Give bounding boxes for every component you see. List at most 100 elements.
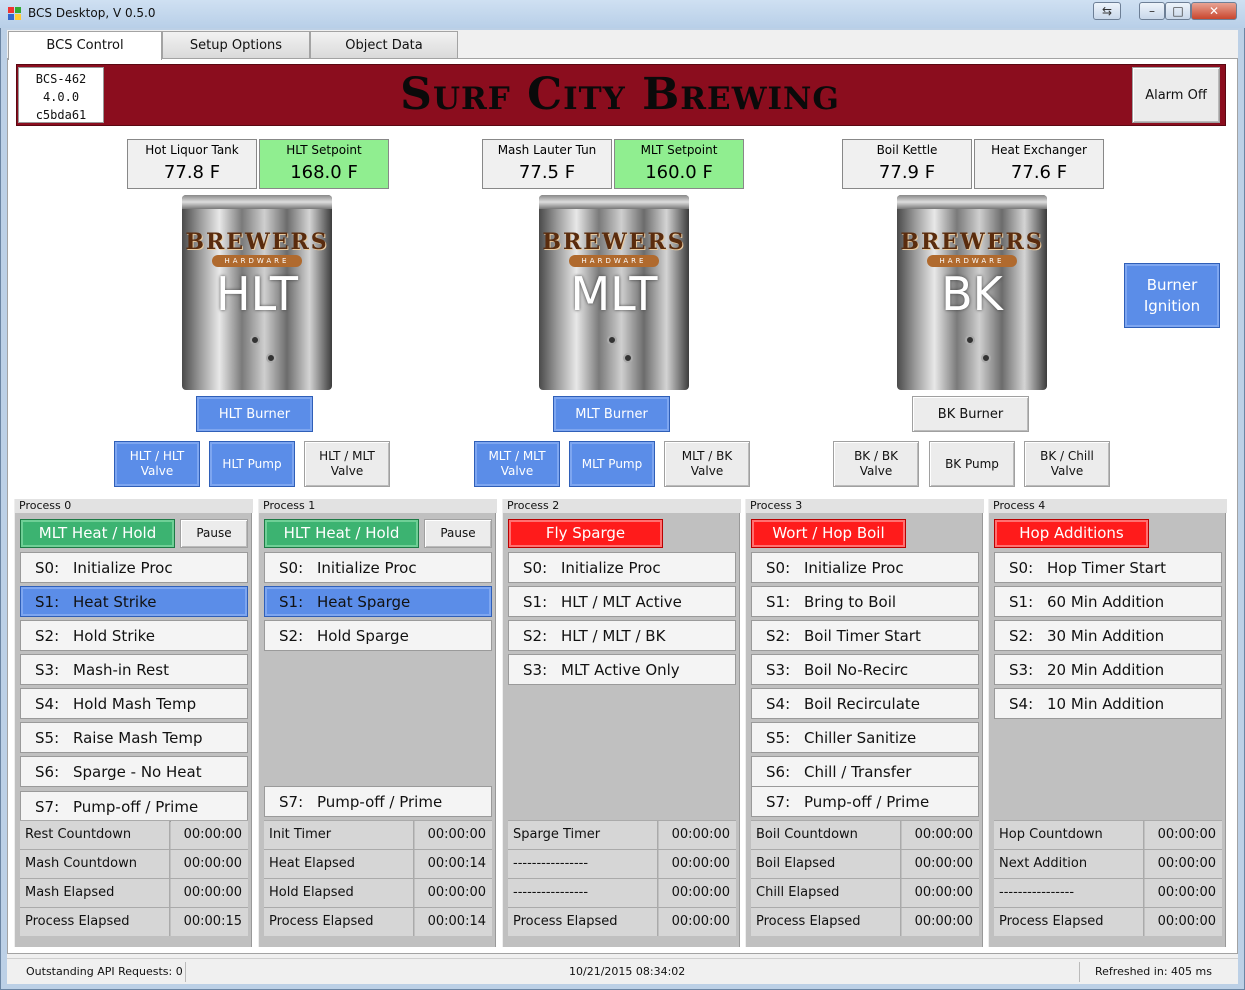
process-step-2[interactable]: S2: 30 Min Addition bbox=[994, 620, 1222, 651]
device-info: BCS-462 4.0.0 c5bda61 bbox=[18, 67, 104, 123]
process-step-0[interactable]: S0: Initialize Proc bbox=[751, 552, 979, 583]
timer-label: Process Elapsed bbox=[264, 908, 414, 936]
timer-value: 00:00:00 bbox=[659, 821, 736, 849]
step-name: Bring to Boil bbox=[804, 592, 897, 611]
hlt-temp-display: Hot Liquor Tank 77.8 F bbox=[127, 139, 257, 189]
timer-row: Heat Elapsed 00:00:14 bbox=[264, 849, 492, 878]
step-name: Hold Mash Temp bbox=[73, 694, 197, 713]
device-id: c5bda61 bbox=[35, 108, 87, 122]
process-step-2[interactable]: S2: Hold Strike bbox=[20, 620, 248, 651]
bk-output-button-2[interactable]: BK / Chill Valve bbox=[1024, 441, 1110, 487]
process-step-7[interactable]: S7: Pump-off / Prime bbox=[264, 786, 492, 817]
process-step-3[interactable]: S3: MLT Active Only bbox=[508, 654, 736, 685]
process-step-1[interactable]: S1: Heat Strike bbox=[20, 586, 248, 617]
step-number: S1: bbox=[523, 592, 548, 611]
mlt-output-button-2[interactable]: MLT / BK Valve bbox=[664, 441, 750, 487]
process-step-6[interactable]: S6: Chill / Transfer bbox=[751, 756, 979, 787]
process-step-5[interactable]: S5: Raise Mash Temp bbox=[20, 722, 248, 753]
burner-ignition-button[interactable]: Burner Ignition bbox=[1124, 263, 1220, 328]
process-step-0[interactable]: S0: Initialize Proc bbox=[264, 552, 492, 583]
hlt-burner-button[interactable]: HLT Burner bbox=[196, 396, 313, 432]
bk-output-button-1[interactable]: BK Pump bbox=[929, 441, 1015, 487]
step-name: Mash-in Rest bbox=[73, 660, 169, 679]
step-name: Pump-off / Prime bbox=[317, 792, 443, 811]
step-number: S5: bbox=[35, 728, 60, 747]
timer-row: Rest Countdown 00:00:00 bbox=[20, 820, 248, 849]
process-step-4[interactable]: S4: Boil Recirculate bbox=[751, 688, 979, 719]
process-panel-4: Process 4 Hop Additions S0: Hop Timer Sta… bbox=[988, 499, 1227, 947]
process-step-5[interactable]: S5: Chiller Sanitize bbox=[751, 722, 979, 753]
process-state-button[interactable]: Hop Additions bbox=[994, 519, 1149, 548]
hlt-temp-label: Hot Liquor Tank bbox=[145, 143, 239, 157]
close-icon[interactable]: ✕ bbox=[1191, 2, 1237, 20]
hlt-output-button-2[interactable]: HLT / MLT Valve bbox=[304, 441, 390, 487]
maximize-icon[interactable]: □ bbox=[1165, 2, 1191, 20]
alarm-off-button[interactable]: Alarm Off bbox=[1132, 67, 1220, 123]
process-state-button[interactable]: MLT Heat / Hold bbox=[20, 519, 175, 548]
process-step-4[interactable]: S4: Hold Mash Temp bbox=[20, 688, 248, 719]
step-number: S7: bbox=[766, 792, 791, 811]
bk-secondary-display: Heat Exchanger 77.6 F bbox=[974, 139, 1104, 189]
hlt-vessel-label: HLT bbox=[216, 267, 298, 321]
timer-row: Chill Elapsed 00:00:00 bbox=[751, 878, 979, 907]
timer-row: Process Elapsed 00:00:00 bbox=[751, 907, 979, 936]
tab-bcs-control[interactable]: BCS Control bbox=[8, 31, 162, 60]
process-step-6[interactable]: S6: Sparge - No Heat bbox=[20, 756, 248, 787]
process-step-1[interactable]: S1: Heat Sparge bbox=[264, 586, 492, 617]
hlt-output-button-0[interactable]: HLT / HLT Valve bbox=[114, 441, 200, 487]
process-step-2[interactable]: S2: Hold Sparge bbox=[264, 620, 492, 651]
process-step-7[interactable]: S7: Pump-off / Prime bbox=[20, 791, 248, 822]
process-panel-3: Process 3 Wort / Hop Boil S0: Initialize … bbox=[745, 499, 984, 947]
step-number: S1: bbox=[766, 592, 791, 611]
tab-object-data[interactable]: Object Data bbox=[310, 31, 458, 58]
process-step-2[interactable]: S2: HLT / MLT / BK bbox=[508, 620, 736, 651]
minimize-icon[interactable]: – bbox=[1139, 2, 1165, 20]
timer-value: 00:00:00 bbox=[902, 908, 979, 936]
process-step-1[interactable]: S1: HLT / MLT Active bbox=[508, 586, 736, 617]
process-step-2[interactable]: S2: Boil Timer Start bbox=[751, 620, 979, 651]
mlt-output-button-0[interactable]: MLT / MLT Valve bbox=[474, 441, 560, 487]
process-header: Process 4 bbox=[993, 499, 1046, 512]
timer-label: Hop Countdown bbox=[994, 821, 1144, 849]
process-state-button[interactable]: Fly Sparge bbox=[508, 519, 663, 548]
refresh-status: Refreshed in: 405 ms bbox=[1095, 965, 1212, 978]
process-state-button[interactable]: Wort / Hop Boil bbox=[751, 519, 906, 548]
process-state-button[interactable]: HLT Heat / Hold bbox=[264, 519, 419, 548]
timer-value: 00:00:15 bbox=[171, 908, 248, 936]
process-step-0[interactable]: S0: Initialize Proc bbox=[20, 552, 248, 583]
process-step-0[interactable]: S0: Initialize Proc bbox=[508, 552, 736, 583]
process-step-0[interactable]: S0: Hop Timer Start bbox=[994, 552, 1222, 583]
restore-window-icon[interactable]: ⇆ bbox=[1093, 2, 1121, 20]
timer-row: Next Addition 00:00:00 bbox=[994, 849, 1222, 878]
process-step-1[interactable]: S1: Bring to Boil bbox=[751, 586, 979, 617]
process-step-1[interactable]: S1: 60 Min Addition bbox=[994, 586, 1222, 617]
mlt-output-button-1[interactable]: MLT Pump bbox=[569, 441, 655, 487]
process-step-4[interactable]: S4: 10 Min Addition bbox=[994, 688, 1222, 719]
bk-output-button-0[interactable]: BK / BK Valve bbox=[833, 441, 919, 487]
mlt-burner-button[interactable]: MLT Burner bbox=[553, 396, 670, 432]
process-step-7[interactable]: S7: Pump-off / Prime bbox=[751, 786, 979, 817]
mlt-temp-display: Mash Lauter Tun 77.5 F bbox=[482, 139, 612, 189]
pause-button[interactable]: Pause bbox=[424, 519, 492, 548]
pause-button[interactable]: Pause bbox=[180, 519, 248, 548]
bk-temp-value: 77.9 F bbox=[878, 162, 936, 183]
step-number: S0: bbox=[1009, 558, 1034, 577]
status-bar: Outstanding API Requests: 0 10/21/2015 0… bbox=[7, 958, 1238, 984]
mlt-temp-value: 77.5 F bbox=[518, 162, 576, 183]
process-timers: Init Timer 00:00:00 Heat Elapsed 00:00:1… bbox=[264, 820, 492, 940]
brand-logo-subtext: HARDWARE bbox=[212, 255, 302, 267]
brand-logo-text: BREWERS bbox=[542, 229, 686, 255]
hlt-secondary-value: 168.0 F bbox=[290, 162, 358, 183]
process-step-3[interactable]: S3: 20 Min Addition bbox=[994, 654, 1222, 685]
timer-row: ---------------- 00:00:00 bbox=[508, 849, 736, 878]
step-name: Initialize Proc bbox=[317, 558, 417, 577]
process-header: Process 2 bbox=[507, 499, 560, 512]
timer-label: Process Elapsed bbox=[508, 908, 658, 936]
process-step-3[interactable]: S3: Mash-in Rest bbox=[20, 654, 248, 685]
process-step-3[interactable]: S3: Boil No-Recirc bbox=[751, 654, 979, 685]
bk-burner-button[interactable]: BK Burner bbox=[912, 396, 1029, 432]
hlt-output-button-1[interactable]: HLT Pump bbox=[209, 441, 295, 487]
tab-setup-options[interactable]: Setup Options bbox=[162, 31, 310, 58]
step-number: S0: bbox=[523, 558, 548, 577]
timer-row: Process Elapsed 00:00:15 bbox=[20, 907, 248, 936]
